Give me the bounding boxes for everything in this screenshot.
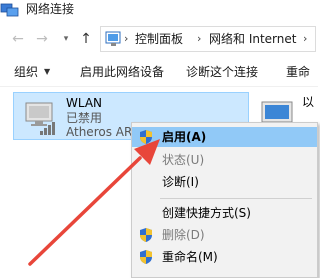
diagnose-connection-button[interactable]: 诊断这个连接 [186,64,258,80]
chevron-down-icon[interactable]: ▾ [56,30,76,48]
uac-shield-icon [140,130,152,144]
menu-item-label: 删除(D) [162,228,205,242]
chevron-down-icon: ▼ [44,67,51,76]
breadcrumb-control-panel[interactable]: 控制面板 [135,31,183,47]
enable-device-button[interactable]: 启用此网络设备 [80,64,164,80]
organize-menu-button[interactable]: 组织 [14,64,38,80]
menu-item-delete[interactable]: 删除(D) [132,225,317,245]
forward-arrow-icon[interactable]: → [32,30,52,48]
connection-name: 以 [302,95,315,109]
uac-shield-icon [140,250,152,264]
menu-separator [160,198,312,199]
menu-item-label: 重命名(M) [162,250,218,264]
title-bar: 网络连接 [0,0,318,22]
menu-item-diagnose[interactable]: 诊断(I) [132,172,317,192]
breadcrumb-separator: › [197,32,202,45]
breadcrumb-network-internet[interactable]: 网络和 Internet [209,31,296,47]
command-bar: 组织 ▼ 启用此网络设备 诊断这个连接 重命 [0,56,318,87]
menu-item-status[interactable]: 状态(U) [132,150,317,170]
control-panel-icon [105,31,121,46]
rename-button[interactable]: 重命 [286,64,310,80]
window-title: 网络连接 [26,2,75,16]
connection-name: WLAN [66,96,103,110]
connection-status: 已禁用 [66,111,103,125]
menu-item-label: 启用(A) [162,130,207,144]
menu-item-label: 诊断(I) [162,175,199,189]
menu-item-rename[interactable]: 重命名(M) [132,247,317,267]
uac-shield-icon [140,228,152,242]
connection-adapter: Atheros AR [66,125,133,139]
network-connections-icon [0,3,19,17]
breadcrumb-separator: › [124,32,129,45]
address-bar[interactable]: › 控制面板 › 网络和 Internet › [100,26,316,52]
menu-item-create-shortcut[interactable]: 创建快捷方式(S) [132,203,317,223]
wireless-adapter-icon [25,102,55,135]
address-row: ← → ▾ ↑ › 控制面板 › 网络和 Internet › [0,24,318,54]
menu-item-label: 创建快捷方式(S) [162,206,251,220]
context-menu: 启用(A) 状态(U) 诊断(I) 创建快捷方式(S) 删除(D) 重命名(M) [131,122,318,278]
breadcrumb-separator: › [303,32,308,45]
menu-item-enable[interactable]: 启用(A) [132,127,317,147]
menu-item-label: 状态(U) [162,153,205,167]
up-arrow-icon[interactable]: ↑ [76,30,96,48]
back-arrow-icon[interactable]: ← [8,30,28,48]
